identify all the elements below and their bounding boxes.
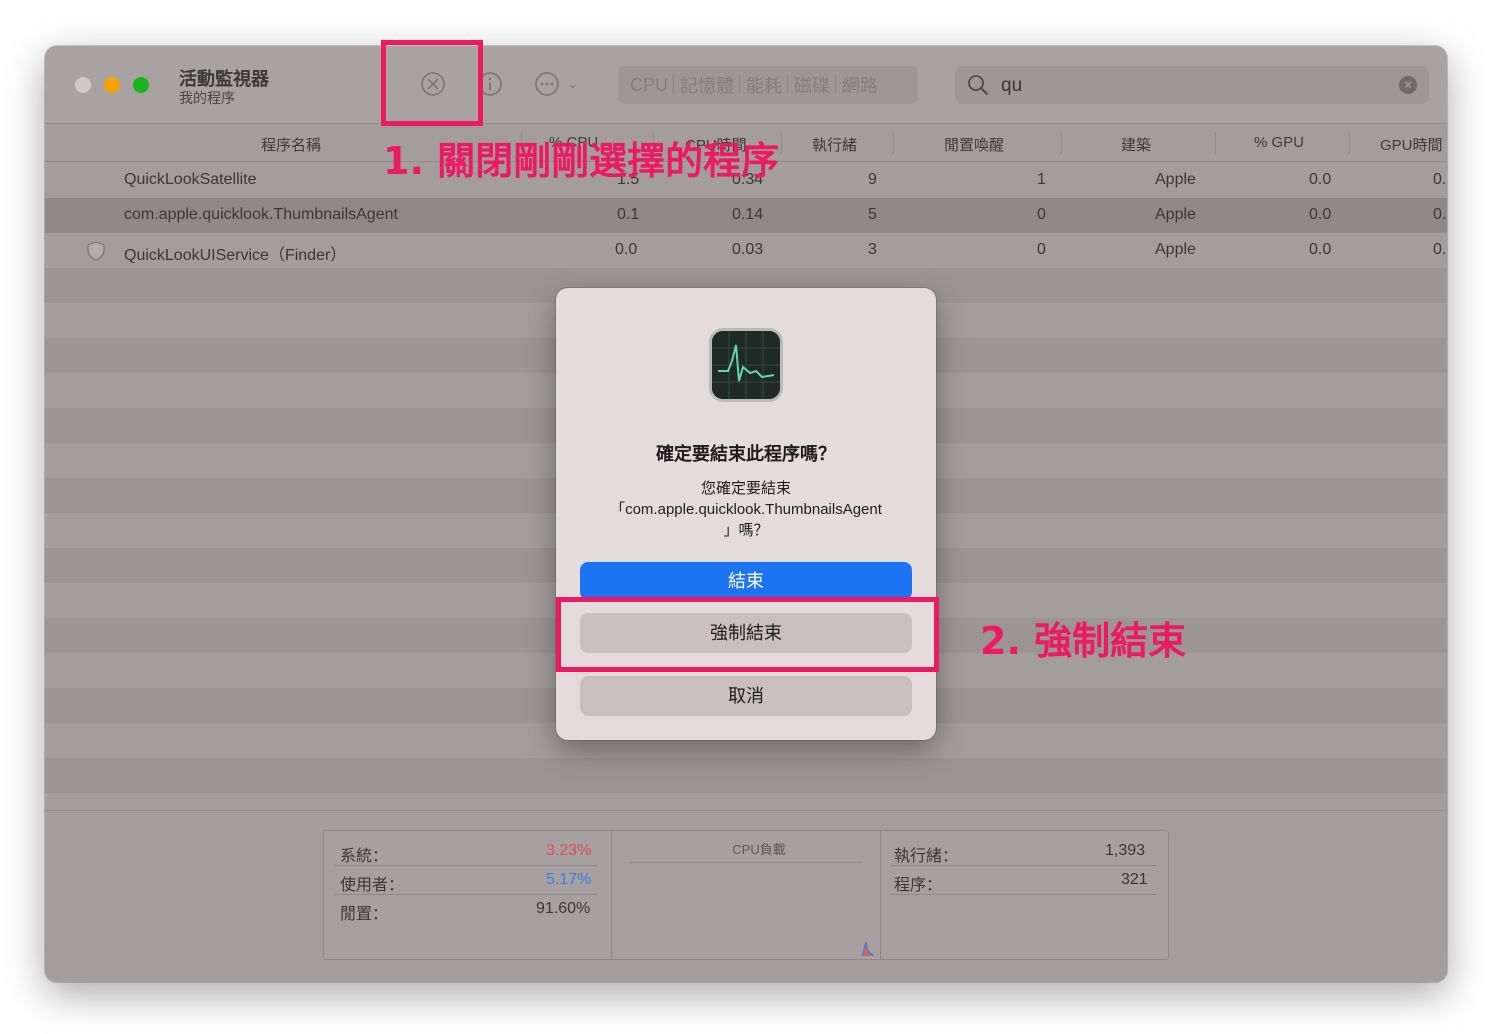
divider <box>890 865 1156 866</box>
category-tabs: CPU 記憶體 能耗 磁碟 網路 <box>618 66 918 104</box>
cpu-load-title: CPU負載 <box>732 842 786 857</box>
dialog-title: 確定要結束此程序嗎？ <box>656 444 836 464</box>
divider <box>334 894 598 895</box>
tab-network[interactable]: 網路 <box>835 72 884 98</box>
user-value: 5.17% <box>546 871 592 888</box>
cpu-time-value: 0.14 <box>732 206 764 223</box>
process-name: QuickLookSatellite <box>124 171 257 188</box>
column-architecture[interactable]: 建築 <box>1121 134 1151 155</box>
dialog-message: 您確定要結束 「com.apple.quicklook.ThumbnailsAg… <box>576 478 916 541</box>
idle-wake-value: 0 <box>1037 241 1046 258</box>
annotation-step-2: 2. 強制結束 <box>980 619 1187 663</box>
column-gpu-time[interactable]: GPU時間 <box>1380 134 1443 155</box>
user-label: 使用者： <box>340 877 405 894</box>
system-label: 系統： <box>340 848 389 865</box>
empty-row <box>45 793 1447 809</box>
search-input[interactable] <box>1001 75 1381 97</box>
column-threads[interactable]: 執行緒 <box>812 134 857 155</box>
search-field[interactable]: × <box>955 66 1429 104</box>
column-gpu[interactable]: % GPU <box>1254 134 1304 151</box>
minimize-window-button[interactable] <box>104 77 120 93</box>
idle-value: 91.60% <box>536 900 591 917</box>
more-options-icon[interactable] <box>533 70 561 98</box>
processes-label: 程序： <box>894 877 943 894</box>
shield-icon <box>85 240 107 262</box>
gpu-time-value: 0. <box>1433 206 1447 223</box>
column-divider <box>893 132 894 154</box>
gpu-time-value: 0. <box>1433 171 1447 188</box>
divider <box>629 862 863 863</box>
system-value: 3.23% <box>546 842 592 859</box>
activity-monitor-app-icon <box>709 328 783 402</box>
quit-button[interactable]: 結束 <box>580 562 912 600</box>
empty-row <box>45 758 1447 793</box>
arch-value: Apple <box>1155 206 1196 223</box>
column-process-name[interactable]: 程序名稱 <box>261 134 321 155</box>
tab-cpu[interactable]: CPU <box>624 75 674 96</box>
cpu-time-value: 0.03 <box>732 241 764 258</box>
column-divider <box>1215 132 1216 154</box>
zoom-window-button[interactable] <box>133 77 149 93</box>
cancel-button[interactable]: 取消 <box>580 676 912 716</box>
column-divider <box>1349 132 1350 154</box>
highlight-stop-button <box>381 40 483 126</box>
divider <box>334 865 598 866</box>
tab-energy[interactable]: 能耗 <box>739 72 788 98</box>
table-row-selected[interactable]: com.apple.quicklook.ThumbnailsAgent 0.1 … <box>45 198 1447 233</box>
threads-label: 執行緒： <box>894 848 959 865</box>
threads-value: 5 <box>868 206 877 223</box>
app-subtitle: 我的程序 <box>179 90 235 106</box>
cpu-value: 0.1 <box>617 206 640 223</box>
idle-label: 閒置： <box>340 906 389 923</box>
annotation-step-1: 1. 關閉剛剛選擇的程序 <box>383 139 780 183</box>
threads-value: 9 <box>868 171 877 188</box>
gpu-value: 0.0 <box>1309 171 1332 188</box>
gpu-value: 0.0 <box>1309 206 1332 223</box>
table-row[interactable]: QuickLookUIService（Finder） 0.0 0.03 3 0 … <box>45 233 1447 268</box>
clear-search-icon[interactable]: × <box>1399 76 1417 94</box>
processes-total: 321 <box>1121 871 1148 888</box>
stats-footer: 系統： 3.23% 使用者： 5.17% 閒置： 91.60% CPU負載 執行… <box>45 810 1447 982</box>
dialog-message-line: 您確定要結束 <box>700 480 791 497</box>
chevron-down-icon[interactable]: ⌄ <box>567 76 578 92</box>
dialog-message-line: 」嗎？ <box>723 522 769 539</box>
gpu-time-value: 0. <box>1433 241 1447 258</box>
threads-value: 3 <box>868 241 877 258</box>
threads-total: 1,393 <box>1105 842 1146 859</box>
stats-panel: 系統： 3.23% 使用者： 5.17% 閒置： 91.60% CPU負載 執行… <box>323 830 1169 960</box>
highlight-force-quit <box>556 597 939 672</box>
cpu-load-graph <box>861 941 875 957</box>
tab-memory[interactable]: 記憶體 <box>673 72 740 98</box>
column-idle-wake[interactable]: 閒置喚醒 <box>944 134 1004 155</box>
cpu-value: 0.0 <box>615 241 638 258</box>
idle-wake-value: 1 <box>1037 171 1046 188</box>
tab-disk[interactable]: 磁碟 <box>787 72 836 98</box>
gpu-value: 0.0 <box>1309 241 1332 258</box>
process-name: com.apple.quicklook.ThumbnailsAgent <box>124 206 398 223</box>
force-quit-dialog: 確定要結束此程序嗎？ 您確定要結束 「com.apple.quicklook.T… <box>556 288 936 740</box>
dialog-message-line: 「com.apple.quicklook.ThumbnailsAgent <box>610 501 882 518</box>
search-icon <box>967 74 989 96</box>
column-divider <box>1061 132 1062 154</box>
divider <box>890 894 1156 895</box>
close-window-button[interactable] <box>75 77 91 93</box>
panel-divider <box>611 831 612 959</box>
idle-wake-value: 0 <box>1037 206 1046 223</box>
arch-value: Apple <box>1155 241 1196 258</box>
column-divider <box>781 132 782 154</box>
titlebar: 活動監視器 我的程序 ⌄ CPU 記憶體 能耗 磁碟 網路 × <box>45 46 1447 124</box>
arch-value: Apple <box>1155 171 1196 188</box>
process-name: QuickLookUIService（Finder） <box>124 247 347 264</box>
